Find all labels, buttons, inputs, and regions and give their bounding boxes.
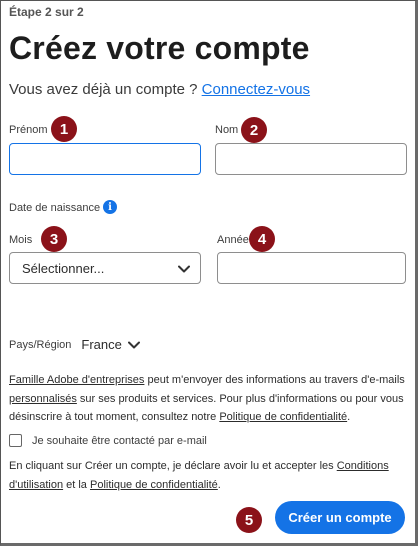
email-consent-label: Je souhaite être contacté par e-mail xyxy=(32,434,207,447)
month-label: Mois xyxy=(9,234,33,246)
terms-text-1: En cliquant sur Créer un compte, je décl… xyxy=(9,460,337,472)
step-badge-5: 5 xyxy=(236,507,262,533)
email-consent-row[interactable]: Je souhaite être contacté par e-mail xyxy=(9,434,207,447)
last-name-label: Nom xyxy=(215,124,239,136)
step-badge-3: 3 xyxy=(41,226,67,252)
country-selector[interactable]: Pays/Région France xyxy=(9,337,140,352)
chevron-down-icon xyxy=(127,341,140,349)
terms-text-2: et la xyxy=(63,478,90,491)
year-label: Année xyxy=(217,234,249,246)
last-name-input[interactable] xyxy=(215,143,407,175)
adobe-family-link[interactable]: Famille Adobe d'entreprises xyxy=(9,374,144,386)
year-input[interactable] xyxy=(217,252,406,284)
country-value: France xyxy=(81,337,122,352)
email-consent-checkbox[interactable] xyxy=(9,434,22,447)
terms-text-3: . xyxy=(217,478,221,491)
marketing-consent-text: Famille Adobe d'entreprises peut m'envoy… xyxy=(9,371,409,427)
page-title: Créez votre compte xyxy=(9,30,310,66)
consent-text-1: peut m'envoyer des informations au trave… xyxy=(144,374,405,386)
chevron-down-icon xyxy=(178,261,190,276)
consent-text-3: . xyxy=(347,411,351,423)
signin-link[interactable]: Connectez-vous xyxy=(202,81,310,98)
country-label: Pays/Région xyxy=(9,338,72,351)
terms-privacy-link[interactable]: Politique de confidentialité xyxy=(90,479,218,491)
create-account-button[interactable]: Créer un compte xyxy=(275,501,405,534)
privacy-policy-link[interactable]: Politique de confidentialité xyxy=(219,411,347,423)
terms-text: En cliquant sur Créer un compte, je décl… xyxy=(9,457,409,494)
step-badge-4: 4 xyxy=(249,226,275,252)
info-icon[interactable]: i xyxy=(103,200,117,214)
step-badge-1: 1 xyxy=(51,116,77,142)
first-name-label: Prénom xyxy=(9,124,48,136)
signin-prompt: Vous avez déjà un compte ? Connectez-vou… xyxy=(9,81,310,98)
personalized-link[interactable]: personnalisés xyxy=(9,393,77,405)
step-indicator: Étape 2 sur 2 xyxy=(9,5,84,19)
first-name-input[interactable] xyxy=(9,143,201,175)
step-badge-2: 2 xyxy=(241,117,267,143)
birthdate-label: Date de naissance xyxy=(9,202,101,214)
month-select-value: Sélectionner... xyxy=(22,260,105,276)
signin-prompt-text: Vous avez déjà un compte ? xyxy=(9,81,198,98)
month-select[interactable]: Sélectionner... xyxy=(9,252,201,284)
